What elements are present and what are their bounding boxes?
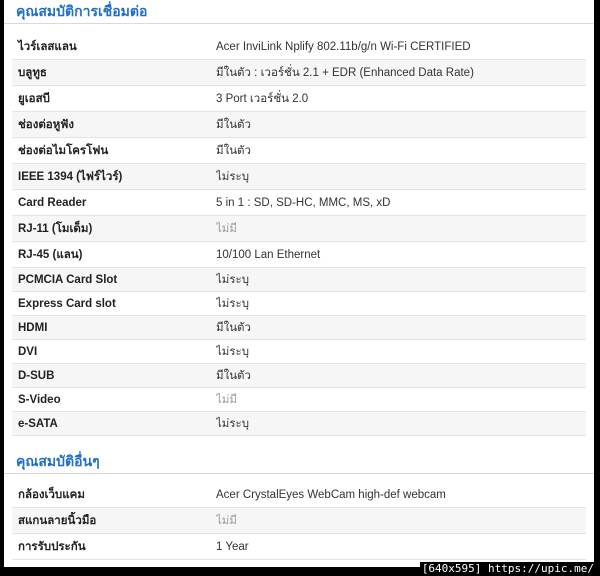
spec-value: ไม่ระบุ — [216, 273, 250, 286]
spec-label: กล้องเว็บแคม — [18, 488, 85, 501]
spec-row: IEEE 1394 (ไฟร์ไวร์) ไม่ระบุ — [12, 164, 586, 190]
spec-label: ช่องต่อหูฟัง — [18, 118, 75, 131]
spec-table-connectivity: ไวร์เลสแลน Acer InviLink Nplify 802.11b/g… — [12, 34, 586, 436]
spec-value: ไม่ระบุ — [216, 170, 250, 183]
spec-value: Acer InviLink Nplify 802.11b/g/n Wi-Fi C… — [216, 40, 471, 53]
spec-row: Card Reader 5 in 1 : SD, SD-HC, MMC, MS, … — [12, 190, 586, 216]
spec-value: มีในตัว — [216, 144, 251, 157]
spec-label: e-SATA — [18, 417, 58, 430]
spec-row: DVI ไม่ระบุ — [12, 340, 586, 364]
spec-label: การรับประกัน — [18, 540, 86, 553]
spec-row: Express Card slot ไม่ระบุ — [12, 292, 586, 316]
spec-row: D-SUB มีในตัว — [12, 364, 586, 388]
spec-row: RJ-45 (แลน) 10/100 Lan Ethernet — [12, 242, 586, 268]
spec-row: กล้องเว็บแคม Acer CrystalEyes WebCam high… — [12, 482, 586, 508]
spec-label: HDMI — [18, 321, 48, 334]
spec-row: e-SATA ไม่ระบุ — [12, 412, 586, 436]
spec-value: ไม่มี — [216, 393, 237, 406]
spec-label: S-Video — [18, 393, 61, 406]
spec-row: ช่องต่อไมโครโฟน มีในตัว — [12, 138, 586, 164]
spec-label: D-SUB — [18, 369, 55, 382]
spec-value: มีในตัว — [216, 118, 251, 131]
spec-label: RJ-11 (โมเด็ม) — [18, 222, 93, 235]
spec-row: ช่องต่อหูฟัง มีในตัว — [12, 112, 586, 138]
spec-value: 3 Port เวอร์ชั่น 2.0 — [216, 92, 309, 105]
spec-label: Express Card slot — [18, 297, 116, 310]
spec-row: บลูทูธ มีในตัว : เวอร์ชั่น 2.1 + EDR (Enh… — [12, 60, 586, 86]
spec-label: Card Reader — [18, 196, 87, 209]
spec-row: การรับประกัน 1 Year — [12, 534, 586, 560]
spec-label: ยูเอสบี — [18, 92, 50, 105]
spec-value: ไม่มี — [216, 222, 237, 235]
spec-row: สแกนลายนิ้วมือ ไม่มี — [12, 508, 586, 534]
spec-value: ไม่ระบุ — [216, 297, 250, 310]
spec-row: S-Video ไม่มี — [12, 388, 586, 412]
spec-label: ช่องต่อไมโครโฟน — [18, 144, 109, 157]
spec-panel: คุณสมบัติการเชื่อมต่อ ไวร์เลสแลน Acer Inv… — [4, 0, 594, 567]
spec-row: ยูเอสบี 3 Port เวอร์ชั่น 2.0 — [12, 86, 586, 112]
spec-value: ไม่ระบุ — [216, 417, 250, 430]
watermark: [640x595] https://upic.me/ — [419, 562, 596, 575]
spec-value: ไม่ระบุ — [216, 345, 250, 358]
spec-label: PCMCIA Card Slot — [18, 273, 118, 286]
spec-value: มีในตัว : เวอร์ชั่น 2.1 + EDR (Enhanced … — [216, 66, 474, 79]
section-title-connectivity: คุณสมบัติการเชื่อมต่อ — [4, 0, 594, 24]
spec-table-other: กล้องเว็บแคม Acer CrystalEyes WebCam high… — [12, 482, 586, 560]
spec-value: 5 in 1 : SD, SD-HC, MMC, MS, xD — [216, 196, 391, 209]
spec-value: 1 Year — [216, 540, 249, 553]
spec-value: ไม่มี — [216, 514, 237, 527]
spec-label: ไวร์เลสแลน — [18, 40, 77, 53]
spec-value: มีในตัว — [216, 369, 251, 382]
spec-label: IEEE 1394 (ไฟร์ไวร์) — [18, 170, 123, 183]
spec-value: มีในตัว — [216, 321, 251, 334]
spec-label: DVI — [18, 345, 38, 358]
spec-row: HDMI มีในตัว — [12, 316, 586, 340]
section-title-other: คุณสมบัติอื่นๆ — [4, 448, 594, 474]
spec-label: สแกนลายนิ้วมือ — [18, 514, 97, 527]
spec-row: PCMCIA Card Slot ไม่ระบุ — [12, 268, 586, 292]
spec-value: Acer CrystalEyes WebCam high-def webcam — [216, 488, 446, 501]
spec-label: บลูทูธ — [18, 66, 47, 79]
spec-label: RJ-45 (แลน) — [18, 248, 83, 261]
spec-row: RJ-11 (โมเด็ม) ไม่มี — [12, 216, 586, 242]
spec-row: ไวร์เลสแลน Acer InviLink Nplify 802.11b/g… — [12, 34, 586, 60]
spec-value: 10/100 Lan Ethernet — [216, 248, 321, 261]
